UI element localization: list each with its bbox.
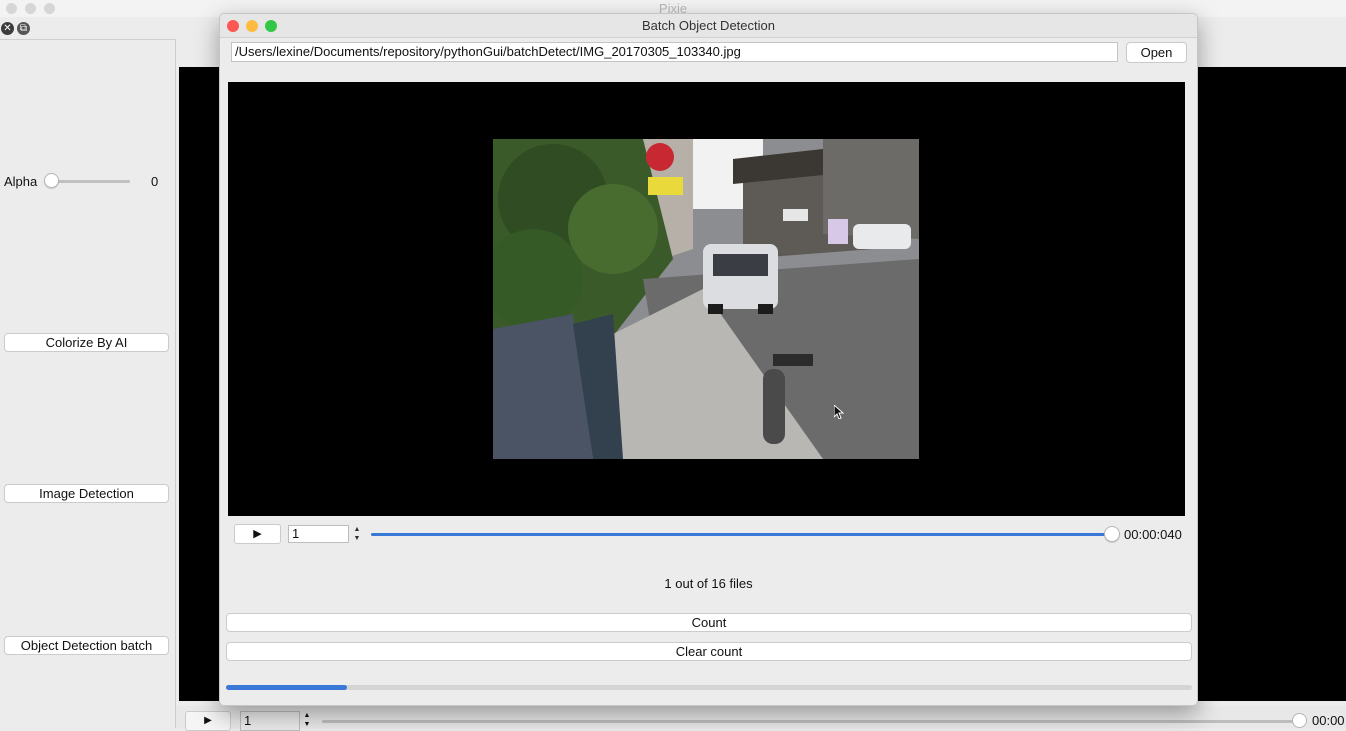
image-viewer: [228, 82, 1185, 516]
main-time-readout: 00:00: [1312, 713, 1345, 728]
alpha-value: 0: [151, 174, 159, 189]
sidebar: Alpha 0 Colorize By AI Image Detection O…: [0, 40, 176, 728]
image-detection-button[interactable]: Image Detection: [4, 484, 169, 503]
clear-count-button[interactable]: Clear count: [226, 642, 1192, 661]
main-playback-bar: ▶ 1 ▲ ▼ 00:00: [176, 706, 1346, 731]
dock-float-icon[interactable]: ⧉: [17, 22, 30, 35]
dialog-title: Batch Object Detection: [642, 18, 775, 33]
batch-progress-fill: [226, 685, 347, 690]
count-button[interactable]: Count: [226, 613, 1192, 632]
dock-widget-bar: ✕ ⧉: [0, 20, 176, 40]
minimize-icon[interactable]: [25, 3, 36, 14]
main-seek-handle[interactable]: [1292, 713, 1307, 728]
alpha-slider-track[interactable]: [48, 180, 130, 183]
time-readout: 00:00:040: [1124, 527, 1182, 542]
frame-input[interactable]: 1: [288, 525, 349, 543]
file-path-field[interactable]: /Users/lexine/Documents/repository/pytho…: [231, 42, 1118, 62]
open-button[interactable]: Open: [1126, 42, 1187, 63]
alpha-label: Alpha: [4, 174, 38, 189]
cursor-drawing: [833, 403, 845, 420]
street-photo-drawing: [493, 139, 919, 459]
main-seek-slider[interactable]: [322, 720, 1298, 723]
colorize-button[interactable]: Colorize By AI: [4, 333, 169, 352]
street-photo: [493, 139, 919, 459]
object-detection-batch-button[interactable]: Object Detection batch: [4, 636, 169, 655]
alpha-slider-handle[interactable]: [44, 173, 59, 188]
seek-slider-fill: [371, 533, 1111, 536]
main-play-button[interactable]: ▶: [185, 711, 231, 731]
main-frame-input[interactable]: 1: [240, 711, 300, 731]
play-button[interactable]: ▶: [234, 524, 281, 544]
batch-progress-track: [226, 685, 1192, 690]
batch-detection-dialog: Batch Object Detection /Users/lexine/Doc…: [219, 13, 1198, 706]
dialog-titlebar: Batch Object Detection: [220, 14, 1197, 38]
zoom-icon[interactable]: [44, 3, 55, 14]
seek-slider-handle[interactable]: [1104, 526, 1120, 542]
dock-close-icon[interactable]: ✕: [1, 22, 14, 35]
close-icon[interactable]: [6, 3, 17, 14]
file-status-text: 1 out of 16 files: [664, 576, 753, 591]
frame-stepper[interactable]: ▲ ▼: [352, 525, 362, 543]
main-frame-stepper[interactable]: ▲ ▼: [302, 711, 312, 731]
